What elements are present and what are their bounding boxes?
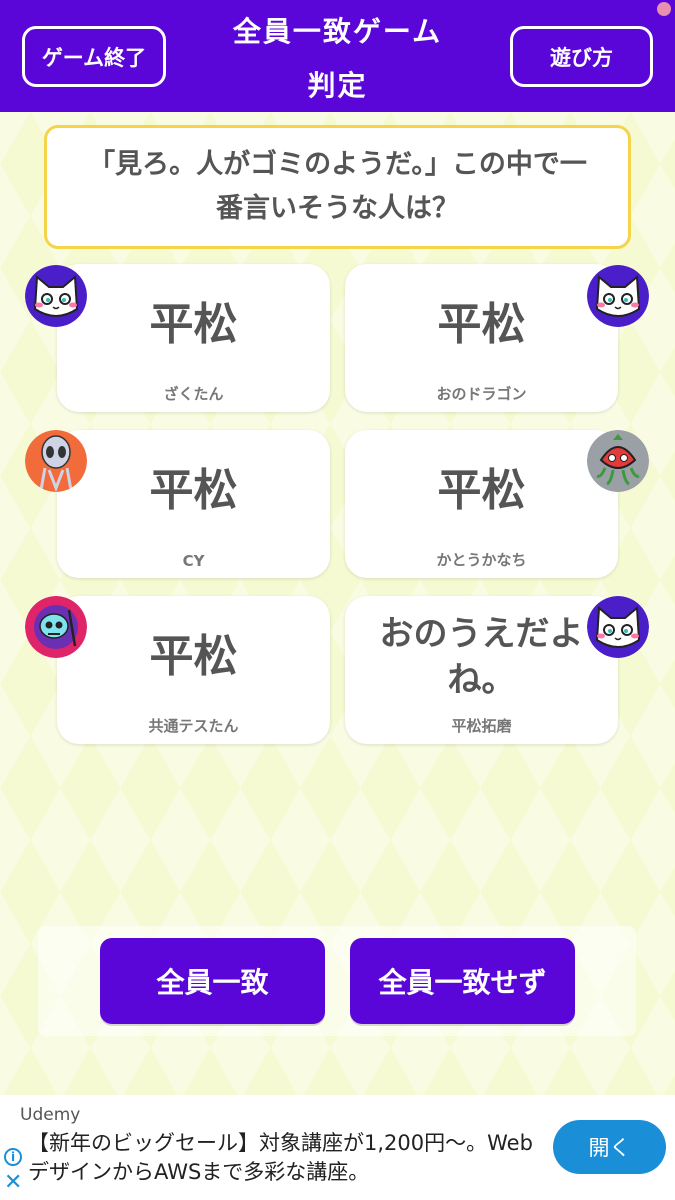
- end-game-button[interactable]: ゲーム終了: [22, 26, 166, 87]
- white-cat-icon: [25, 265, 87, 327]
- player-name: 平松拓磨: [451, 717, 512, 735]
- player-name: 共通テスたん: [148, 717, 239, 735]
- alien-icon: [25, 430, 87, 492]
- answer-card: 平松 おのドラゴン: [345, 264, 618, 412]
- answer-text: 平松: [149, 465, 238, 516]
- white-cat-icon: [587, 265, 649, 327]
- answer-card: 平松 ざくたん: [57, 264, 330, 412]
- answer-text: 平松: [437, 299, 526, 350]
- how-to-play-button[interactable]: 遊び方: [510, 26, 653, 87]
- skull-reaper-icon: [25, 596, 87, 658]
- question-card: 「見ろ。人がゴミのようだ。」この中で一番言いそうな人は？: [44, 125, 631, 249]
- player-name: ざくたん: [163, 385, 224, 403]
- app-header: 全員一致ゲーム 判定 ゲーム終了 遊び方: [0, 0, 675, 112]
- status-dot: [657, 2, 671, 16]
- player-name: CY: [182, 552, 205, 570]
- ad-info-icon[interactable]: i: [4, 1148, 22, 1166]
- ad-brand: Udemy: [20, 1105, 81, 1125]
- unanimous-button[interactable]: 全員一致: [100, 938, 325, 1024]
- answer-text: 平松: [149, 631, 238, 682]
- player-name: かとうかなち: [436, 551, 527, 569]
- answer-card: 平松 CY: [57, 430, 330, 578]
- answer-card: 平松 かとうかなち: [345, 430, 618, 578]
- answer-text: おのうえだよね。: [379, 614, 584, 700]
- white-cat-icon: [587, 596, 649, 658]
- answer-text: 平松: [437, 465, 526, 516]
- ad-open-button[interactable]: 開く: [553, 1120, 666, 1174]
- strawberry-octopus-icon: [587, 430, 649, 492]
- answer-text: 平松: [149, 299, 238, 350]
- ad-close-icon[interactable]: ✕: [4, 1172, 22, 1194]
- ad-text[interactable]: 【新年のビッグセール】対象講座が1,200円～。WebデザインからAWSまで多彩…: [28, 1129, 548, 1187]
- answer-card: おのうえだよね。 平松拓磨: [345, 596, 618, 744]
- not-unanimous-button[interactable]: 全員一致せず: [350, 938, 575, 1024]
- player-name: おのドラゴン: [436, 385, 527, 403]
- answer-card: 平松 共通テスたん: [57, 596, 330, 744]
